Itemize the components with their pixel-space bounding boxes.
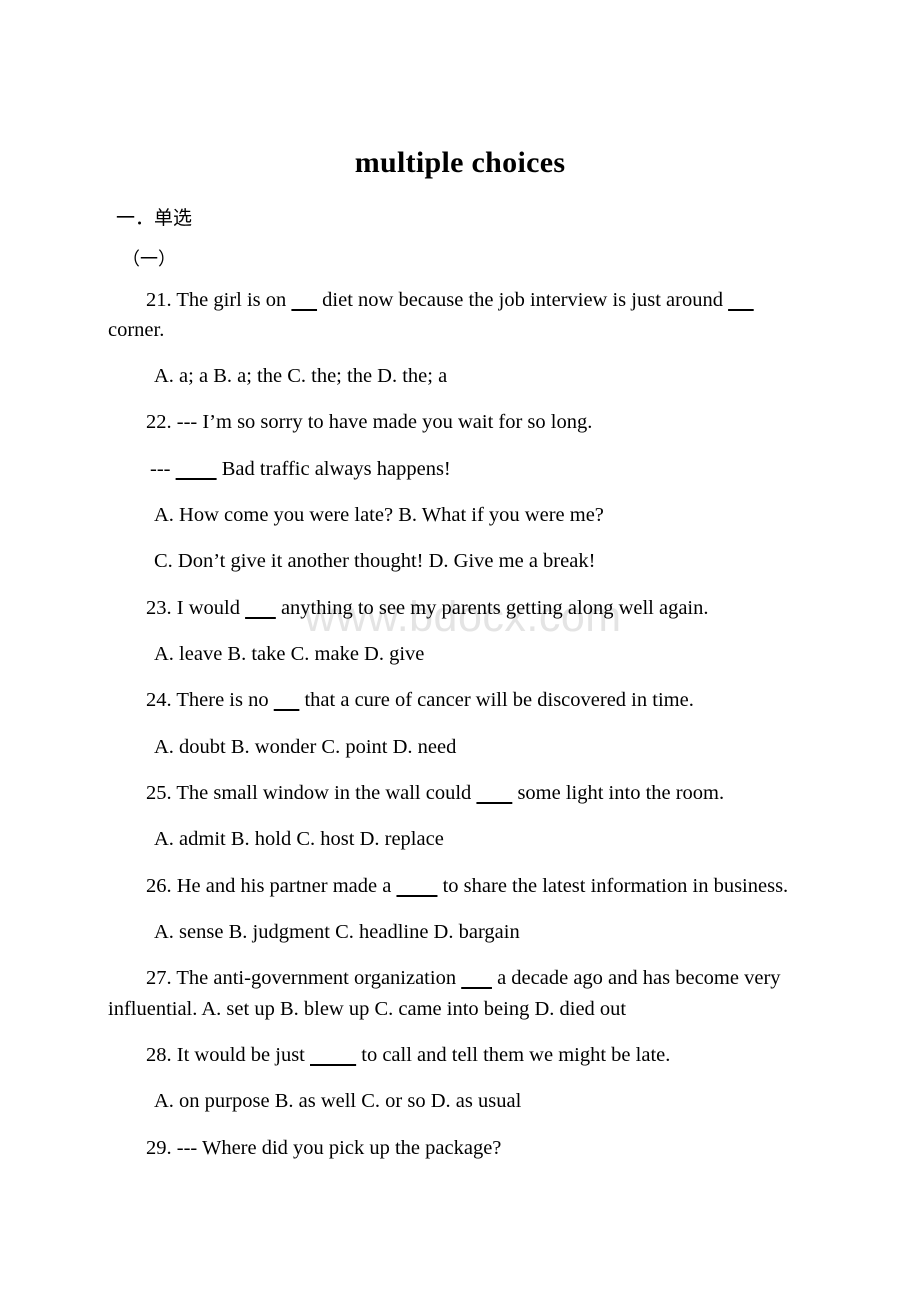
question-22-stem: 22. --- I’m so sorry to have made you wa… bbox=[146, 411, 593, 434]
question-26-stem: 26. He and his partner made a to share t… bbox=[108, 855, 805, 901]
q22-blank-1 bbox=[176, 458, 217, 480]
q23-blank-1 bbox=[245, 597, 276, 619]
q24-text-before-blank: 24. There is no bbox=[146, 689, 274, 712]
question-24-options: A. doubt B. wonder C. point D. need bbox=[154, 735, 457, 758]
q28-text-after-blank: to call and tell them we might be late. bbox=[356, 1044, 671, 1067]
q26-blank-1 bbox=[396, 875, 437, 897]
page-title: multiple choices bbox=[354, 146, 566, 179]
question-23-stem: 23. I would anything to see my parents g… bbox=[108, 577, 805, 623]
question-25-stem: 25. The small window in the wall could s… bbox=[108, 762, 805, 808]
question-28-options: A. on purpose B. as well C. or so D. as … bbox=[154, 1090, 522, 1113]
q25-text-before-blank: 25. The small window in the wall could bbox=[146, 782, 477, 805]
q27-text-before-blank: 27. The anti-government organization bbox=[146, 967, 462, 990]
question-21-stem: 21. The girl is on diet now because the … bbox=[108, 269, 805, 346]
question-29-stem: 29. --- Where did you pick up the packag… bbox=[146, 1136, 502, 1159]
q23-text-after-blank: anything to see my parents getting along… bbox=[275, 596, 709, 619]
q24-text-after-blank: that a cure of cancer will be discovered… bbox=[299, 689, 694, 712]
q24-blank-1 bbox=[274, 689, 300, 711]
q28-blank-1 bbox=[310, 1044, 356, 1066]
q22-reply-dashes: --- bbox=[150, 457, 176, 480]
q21-text-before-blank: 21. The girl is on bbox=[146, 288, 292, 311]
section-heading: 一．单选 bbox=[116, 206, 193, 229]
q27-blank-1 bbox=[461, 967, 492, 989]
q26-text-before-blank: 26. He and his partner made a bbox=[146, 874, 397, 897]
q23-text-before-blank: 23. I would bbox=[146, 596, 246, 619]
q21-text-after-blank: corner. bbox=[108, 318, 165, 341]
q22-reply-text: Bad traffic always happens! bbox=[216, 457, 451, 480]
question-27-stem: 27. The anti-government organization a d… bbox=[108, 947, 805, 1024]
document-page: multiple choices 一．单选 （一） 21. The girl i… bbox=[0, 0, 920, 1163]
q21-blank-2 bbox=[728, 289, 754, 311]
question-22-options-cd: C. Don’t give it another thought! D. Giv… bbox=[154, 550, 596, 573]
question-28-stem: 28. It would be just to call and tell th… bbox=[108, 1024, 805, 1070]
question-26-options: A. sense B. judgment C. headline D. barg… bbox=[154, 921, 520, 944]
document-body: 一．单选 （一） 21. The girl is on diet now bec… bbox=[0, 181, 920, 1164]
q21-text-middle: diet now because the job interview is ju… bbox=[317, 288, 729, 311]
question-25-options: A. admit B. hold C. host D. replace bbox=[154, 828, 444, 851]
question-22-options-ab: A. How come you were late? B. What if yo… bbox=[154, 504, 604, 527]
q28-text-before-blank: 28. It would be just bbox=[146, 1044, 310, 1067]
question-24-stem: 24. There is no that a cure of cancer wi… bbox=[108, 669, 805, 715]
q26-text-after-blank: to share the latest information in busin… bbox=[437, 874, 789, 897]
q25-text-after-blank: some light into the room. bbox=[512, 782, 725, 805]
q21-blank-1 bbox=[291, 289, 317, 311]
section-subheading: （一） bbox=[122, 248, 176, 270]
question-23-options: A. leave B. take C. make D. give bbox=[154, 643, 425, 666]
question-22-reply: --- Bad traffic always happens! bbox=[108, 438, 805, 484]
question-21-options: A. a; a B. a; the C. the; the D. the; a bbox=[154, 365, 448, 388]
q25-blank-1 bbox=[476, 782, 512, 804]
